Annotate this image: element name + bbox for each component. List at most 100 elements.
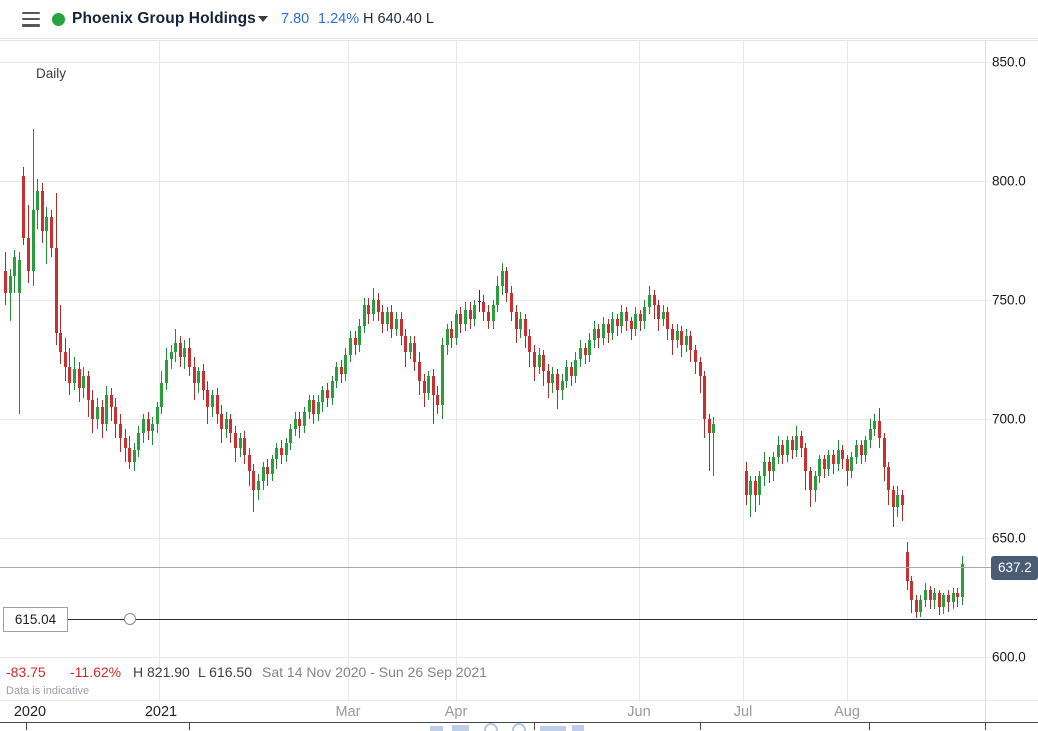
candle-body xyxy=(409,343,412,353)
candle-body xyxy=(952,593,955,603)
candle-body xyxy=(887,467,890,491)
candle-body xyxy=(800,436,803,448)
candle-body xyxy=(588,340,591,354)
candle-body xyxy=(915,600,918,612)
candle-body xyxy=(266,467,269,474)
candle-body xyxy=(602,324,605,338)
candle-body xyxy=(73,369,76,383)
x-axis-label: 2021 xyxy=(145,704,177,720)
candle-body xyxy=(101,407,104,424)
candle-body xyxy=(9,276,12,293)
candle-body xyxy=(285,443,288,455)
candle-body xyxy=(165,360,168,384)
candle-body xyxy=(786,440,789,454)
candle-body xyxy=(174,343,177,353)
candle-body xyxy=(119,424,122,438)
candle-body xyxy=(597,329,600,339)
candle-body xyxy=(763,462,766,476)
candle-body xyxy=(685,336,688,346)
candle-body xyxy=(225,419,228,429)
price-level-line[interactable] xyxy=(68,619,1037,620)
candle-body xyxy=(193,367,196,384)
candle-body xyxy=(110,395,113,407)
candle-body xyxy=(938,593,941,607)
candle-body xyxy=(220,414,223,428)
candle-body xyxy=(538,355,541,367)
candle-body xyxy=(413,343,416,362)
candle-body xyxy=(814,476,817,490)
instrument-title[interactable]: Phoenix Group Holdings xyxy=(72,10,256,28)
candle-body xyxy=(96,407,99,419)
candle-body xyxy=(91,400,94,419)
candle-body xyxy=(846,459,849,471)
candle-body xyxy=(206,390,209,407)
h-gridline xyxy=(0,181,990,182)
candle-body xyxy=(625,312,628,322)
candle-body xyxy=(574,360,577,377)
candle-body xyxy=(289,429,292,443)
candle-body xyxy=(662,312,665,319)
candle-body xyxy=(147,419,150,431)
watermark xyxy=(572,725,584,731)
candle-body xyxy=(754,481,757,495)
candle-body xyxy=(441,345,444,405)
chevron-down-icon[interactable] xyxy=(258,16,268,22)
candle-body xyxy=(745,471,748,495)
watermark xyxy=(430,726,443,731)
candle-body xyxy=(676,331,679,341)
candle-body xyxy=(390,312,393,329)
v-gridline xyxy=(639,40,640,700)
candle-body xyxy=(400,319,403,336)
candle-body xyxy=(404,336,407,353)
candle-body xyxy=(869,429,872,441)
candle-body xyxy=(749,481,752,495)
candle-body xyxy=(27,238,30,271)
candle-body xyxy=(758,476,761,495)
candle-body xyxy=(358,326,361,345)
candle-body xyxy=(487,312,490,322)
candle-body xyxy=(712,424,715,434)
candle-body xyxy=(395,319,398,329)
candle-body xyxy=(551,374,554,384)
candle-wick xyxy=(631,317,632,341)
candle-body xyxy=(777,445,780,457)
header-change-value: 7.80 xyxy=(281,11,309,27)
candle-body xyxy=(694,350,697,362)
current-price-line xyxy=(0,567,991,568)
candle-body xyxy=(496,286,499,305)
candle-body xyxy=(708,419,711,433)
candle-body xyxy=(864,440,867,454)
y-axis-label: 800.0 xyxy=(992,174,1036,189)
candle-body xyxy=(860,445,863,455)
header-change-percent: 1.24% xyxy=(318,11,359,27)
y-axis-label: 700.0 xyxy=(992,412,1036,427)
candle-body xyxy=(689,336,692,350)
candle-body xyxy=(298,419,301,426)
period-date-range: Sat 14 Nov 2020 - Sun 26 Sep 2021 xyxy=(262,664,487,680)
candle-body xyxy=(653,295,656,305)
trading-chart-app: Phoenix Group Holdings 7.80 1.24% H 640.… xyxy=(0,0,1038,731)
candle-body xyxy=(363,305,366,326)
h-gridline xyxy=(0,300,990,301)
x-axis-tick xyxy=(26,723,27,730)
price-level-drag-handle[interactable] xyxy=(124,613,136,625)
price-level-label[interactable]: 615.04 xyxy=(3,607,68,632)
candle-body xyxy=(105,395,108,424)
period-high: H 821.90 xyxy=(133,664,190,680)
candle-body xyxy=(114,407,117,424)
candle-body xyxy=(280,448,283,455)
candle-body xyxy=(910,581,913,600)
x-axis-tick xyxy=(189,723,190,730)
candle-body xyxy=(349,338,352,355)
v-gridline xyxy=(456,40,457,700)
data-indicative-disclaimer: Data is indicative xyxy=(6,685,89,697)
candle-body xyxy=(377,300,380,312)
h-gridline xyxy=(0,62,990,63)
menu-hamburger-icon[interactable] xyxy=(22,12,40,27)
candle-body xyxy=(841,450,844,460)
candle-body xyxy=(381,312,384,324)
candle-body xyxy=(607,324,610,334)
candle-body xyxy=(151,424,154,431)
candle-body xyxy=(308,400,311,412)
candle-body xyxy=(878,421,881,438)
